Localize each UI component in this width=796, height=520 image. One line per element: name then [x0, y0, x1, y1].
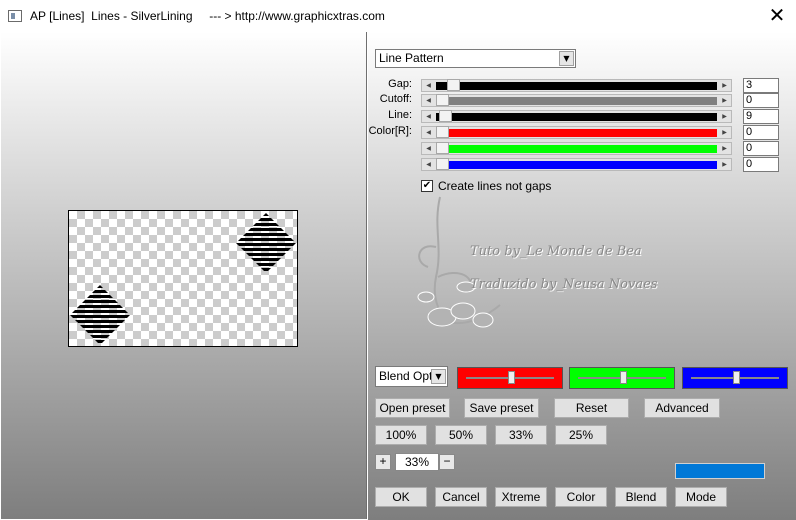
gap-value-input[interactable]: 3: [743, 78, 779, 93]
preview-diamond-shape: [236, 213, 296, 273]
slider-thumb[interactable]: [436, 126, 449, 138]
color-b-value-input[interactable]: 0: [743, 157, 779, 172]
line-slider[interactable]: ◀ ▶: [421, 110, 732, 123]
color-r-value-input[interactable]: 0: [743, 125, 779, 140]
blend-button[interactable]: Blend: [615, 487, 667, 507]
slider-thumb[interactable]: [436, 158, 449, 170]
green-color-slider[interactable]: [569, 367, 675, 389]
zoom-out-button[interactable]: −: [439, 454, 455, 470]
window-title: AP [Lines] Lines - SilverLining --- > ht…: [30, 9, 385, 23]
color-r-slider[interactable]: ◀ ▶: [421, 126, 732, 139]
line-label: Line:: [388, 109, 412, 121]
color-button[interactable]: Color: [555, 487, 607, 507]
ok-button[interactable]: OK: [375, 487, 427, 507]
arrow-left-icon[interactable]: ◀: [422, 80, 435, 91]
slider-track[interactable]: [436, 97, 717, 105]
cutoff-value-input[interactable]: 0: [743, 93, 779, 108]
slider-track[interactable]: [436, 161, 717, 169]
color-g-value-input[interactable]: 0: [743, 141, 779, 156]
save-preset-button[interactable]: Save preset: [464, 398, 539, 418]
arrow-right-icon[interactable]: ▶: [718, 159, 731, 170]
mode-button[interactable]: Mode: [675, 487, 727, 507]
controls-panel: Line Pattern ▼ Gap: ◀ ▶ 3 Cutoff: ◀ ▶ 0 Line: ◀ ▶ 9…: [368, 32, 796, 520]
slider-thumb[interactable]: [439, 110, 452, 122]
arrow-right-icon[interactable]: ▶: [718, 143, 731, 154]
preview-canvas[interactable]: [68, 210, 298, 347]
advanced-button[interactable]: Advanced: [644, 398, 720, 418]
arrow-left-icon[interactable]: ◀: [422, 127, 435, 138]
arrow-right-icon[interactable]: ▶: [718, 127, 731, 138]
slider-track[interactable]: [436, 113, 717, 121]
color-r-label: Color[R]:: [368, 125, 412, 137]
close-button[interactable]: ✕: [766, 4, 788, 26]
slider-thumb[interactable]: [447, 79, 460, 91]
preview-panel: [1, 32, 367, 519]
watermark-floral-graphic: [417, 196, 501, 328]
line-value-input[interactable]: 9: [743, 109, 779, 124]
chevron-down-icon[interactable]: ▼: [559, 51, 574, 66]
app-window-icon: [8, 10, 22, 22]
arrow-left-icon[interactable]: ◀: [422, 159, 435, 170]
cancel-button[interactable]: Cancel: [435, 487, 487, 507]
zoom-50-button[interactable]: 50%: [435, 425, 487, 445]
chevron-down-icon[interactable]: ▼: [431, 369, 446, 384]
slider-knob[interactable]: [733, 371, 740, 384]
arrow-right-icon[interactable]: ▶: [718, 80, 731, 91]
zoom-100-button[interactable]: 100%: [375, 425, 427, 445]
gap-slider[interactable]: ◀ ▶: [421, 79, 732, 92]
zoom-level-field[interactable]: 33%: [395, 453, 439, 471]
color-swatch[interactable]: [675, 463, 765, 479]
pattern-select[interactable]: Line Pattern ▼: [375, 49, 576, 68]
slider-track[interactable]: [436, 145, 717, 153]
slider-knob[interactable]: [508, 371, 515, 384]
watermark-text-author: Tuto by_Le Monde de Bea: [470, 244, 642, 259]
watermark-text-translator: Traduzido by_Neusa Novaes: [470, 277, 658, 292]
zoom-33-button[interactable]: 33%: [495, 425, 547, 445]
preview-diamond-shape: [70, 285, 130, 345]
slider-track[interactable]: [436, 129, 717, 137]
arrow-left-icon[interactable]: ◀: [422, 111, 435, 122]
blend-options-select[interactable]: Blend Optio ▼: [375, 366, 448, 387]
zoom-25-button[interactable]: 25%: [555, 425, 607, 445]
zoom-in-button[interactable]: +: [375, 454, 391, 470]
slider-thumb[interactable]: [436, 142, 449, 154]
arrow-right-icon[interactable]: ▶: [718, 111, 731, 122]
slider-knob[interactable]: [620, 371, 627, 384]
cutoff-slider[interactable]: ◀ ▶: [421, 94, 732, 107]
slider-thumb[interactable]: [436, 94, 449, 106]
xtreme-button[interactable]: Xtreme: [495, 487, 547, 507]
arrow-right-icon[interactable]: ▶: [718, 95, 731, 106]
slider-track[interactable]: [436, 82, 717, 90]
arrow-left-icon[interactable]: ◀: [422, 143, 435, 154]
gap-label: Gap:: [388, 78, 412, 90]
blue-color-slider[interactable]: [682, 367, 788, 389]
arrow-left-icon[interactable]: ◀: [422, 95, 435, 106]
cutoff-label: Cutoff:: [379, 93, 412, 105]
pattern-select-value: Line Pattern: [379, 51, 444, 65]
color-g-slider[interactable]: ◀ ▶: [421, 142, 732, 155]
color-b-slider[interactable]: ◀ ▶: [421, 158, 732, 171]
title-bar: AP [Lines] Lines - SilverLining --- > ht…: [0, 0, 796, 32]
open-preset-button[interactable]: Open preset: [375, 398, 450, 418]
red-color-slider[interactable]: [457, 367, 563, 389]
reset-button[interactable]: Reset: [554, 398, 629, 418]
